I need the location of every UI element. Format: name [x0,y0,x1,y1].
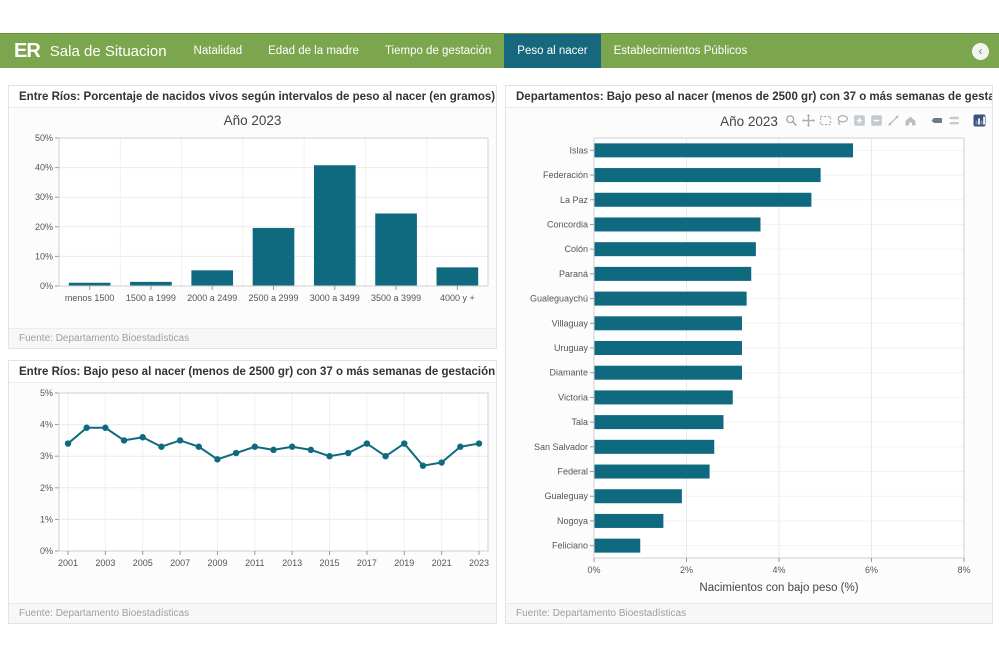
plotly-modebar [784,113,986,127]
svg-text:2007: 2007 [170,558,190,568]
svg-text:Diamante: Diamante [549,368,588,378]
svg-text:40%: 40% [35,163,53,173]
plotly-logo-icon[interactable] [972,113,986,127]
svg-text:2001: 2001 [58,558,78,568]
panel-low-weight-trend-title: Entre Ríos: Bajo peso al nacer (menos de… [9,361,496,383]
svg-text:0%: 0% [40,546,53,556]
panel-weight-intervals-title: Entre Ríos: Porcentaje de nacidos vivos … [9,86,496,108]
svg-text:La Paz: La Paz [560,195,589,205]
svg-text:2003: 2003 [95,558,115,568]
svg-text:Federal: Federal [557,467,588,477]
svg-text:0%: 0% [587,565,600,575]
svg-text:4%: 4% [772,565,785,575]
svg-text:2%: 2% [680,565,693,575]
svg-text:1%: 1% [40,514,53,524]
svg-text:0%: 0% [40,281,53,291]
panel-departments-source: Fuente: Departamento Bioestadísticas [506,603,992,623]
panel-weight-intervals: Entre Ríos: Porcentaje de nacidos vivos … [8,85,497,349]
svg-text:2000 a 2499: 2000 a 2499 [187,293,237,303]
panel-departments-title: Departamentos: Bajo peso al nacer (menos… [506,86,992,108]
svg-text:San Salvador: San Salvador [534,442,588,452]
svg-text:Nogoya: Nogoya [557,516,588,526]
svg-text:menos 1500: menos 1500 [65,293,115,303]
panel-departments-body: Año 2023 Islas Federación La Paz Concordia C… [506,108,992,603]
svg-text:2023: 2023 [469,558,489,568]
tab-edad-de-la-madre[interactable]: Edad de la madre [255,34,372,68]
er-logo: ER [14,40,40,63]
svg-text:2021: 2021 [432,558,452,568]
reset-axes-icon[interactable] [903,113,917,127]
svg-text:Uruguay: Uruguay [554,343,589,353]
svg-text:Islas: Islas [569,145,588,155]
svg-text:2009: 2009 [207,558,227,568]
panel-low-weight-trend-source: Fuente: Departamento Bioestadísticas [9,603,496,623]
svg-text:Concordia: Concordia [547,219,588,229]
tab-natalidad[interactable]: Natalidad [181,34,256,68]
brand: ER Sala de Situacion [0,34,181,68]
zoom-in-icon[interactable] [852,113,866,127]
panel-low-weight-trend: Entre Ríos: Bajo peso al nacer (menos de… [8,360,497,624]
departments-bar-chart[interactable]: Islas Federación La Paz Concordia Colón Paran… [506,134,992,601]
panel-departments: Departamentos: Bajo peso al nacer (menos… [505,85,993,624]
svg-text:Federación: Federación [543,170,588,180]
svg-text:Feliciano: Feliciano [552,541,588,551]
svg-text:Villaguay: Villaguay [552,318,589,328]
lasso-select-icon[interactable] [835,113,849,127]
svg-text:Gualeguaychú: Gualeguaychú [530,294,588,304]
departments-chart-title-row: Año 2023 [506,108,992,134]
svg-text:Colón: Colón [564,244,588,254]
zoom-icon[interactable] [784,113,798,127]
hover-compare-icon[interactable] [946,113,960,127]
app-header: ER Sala de Situacion NatalidadEdad de la… [0,33,999,68]
svg-text:Victoria: Victoria [558,392,588,402]
svg-text:3500 a 3999: 3500 a 3999 [371,293,421,303]
panel-weight-intervals-body: Año 2023 0% 10% 20% 30% 40% 50% menos 1500 1500… [9,108,496,328]
svg-text:20%: 20% [35,222,53,232]
panel-low-weight-trend-body: 0% 1% 2% 3% 4% 5% 2001 2003 2005 2007 2009 2011 2013… [9,383,496,603]
svg-text:4%: 4% [40,420,53,430]
panel-weight-intervals-source: Fuente: Departamento Bioestadísticas [9,328,496,348]
weight-intervals-chart-title: Año 2023 [9,108,496,132]
pan-icon[interactable] [801,113,815,127]
svg-text:Paraná: Paraná [559,269,588,279]
app-title: Sala de Situacion [50,43,167,60]
svg-text:2013: 2013 [282,558,302,568]
box-select-icon[interactable] [818,113,832,127]
svg-text:1500 a 1999: 1500 a 1999 [126,293,176,303]
svg-text:5%: 5% [40,388,53,398]
svg-text:2500 a 2999: 2500 a 2999 [248,293,298,303]
svg-text:10%: 10% [35,251,53,261]
svg-text:2015: 2015 [320,558,340,568]
tab-tiempo-de-gestaci-n[interactable]: Tiempo de gestación [372,34,504,68]
svg-text:Nacimientos con bajo peso (%): Nacimientos con bajo peso (%) [699,582,858,594]
departments-chart-title: Año 2023 [720,114,778,129]
nav-tabs: NatalidadEdad de la madreTiempo de gesta… [181,34,761,68]
svg-text:Gualeguay: Gualeguay [544,491,588,501]
chevron-left-icon: ‹ [979,45,983,57]
svg-text:30%: 30% [35,192,53,202]
svg-text:4000 y +: 4000 y + [440,293,475,303]
hover-closest-icon[interactable] [929,113,943,127]
svg-text:3%: 3% [40,451,53,461]
sidebar-collapse-button[interactable]: ‹ [972,43,989,60]
tab-peso-al-nacer[interactable]: Peso al nacer [504,34,600,68]
autoscale-icon[interactable] [886,113,900,127]
svg-text:50%: 50% [35,133,53,143]
svg-text:2019: 2019 [394,558,414,568]
svg-text:2011: 2011 [245,558,264,568]
svg-text:2005: 2005 [133,558,153,568]
svg-text:2017: 2017 [357,558,377,568]
tab-establecimientos-p-blicos[interactable]: Establecimientos Públicos [601,34,761,68]
low-weight-trend-line-chart[interactable]: 0% 1% 2% 3% 4% 5% 2001 2003 2005 2007 2009 2011 2013… [9,383,496,601]
zoom-out-icon[interactable] [869,113,883,127]
svg-text:Tala: Tala [571,417,588,427]
svg-text:3000 a 3499: 3000 a 3499 [310,293,360,303]
svg-text:6%: 6% [865,565,878,575]
svg-text:8%: 8% [957,565,970,575]
weight-intervals-bar-chart[interactable]: 0% 10% 20% 30% 40% 50% menos 1500 1500 a 1999 20… [9,132,496,322]
svg-text:2%: 2% [40,483,53,493]
